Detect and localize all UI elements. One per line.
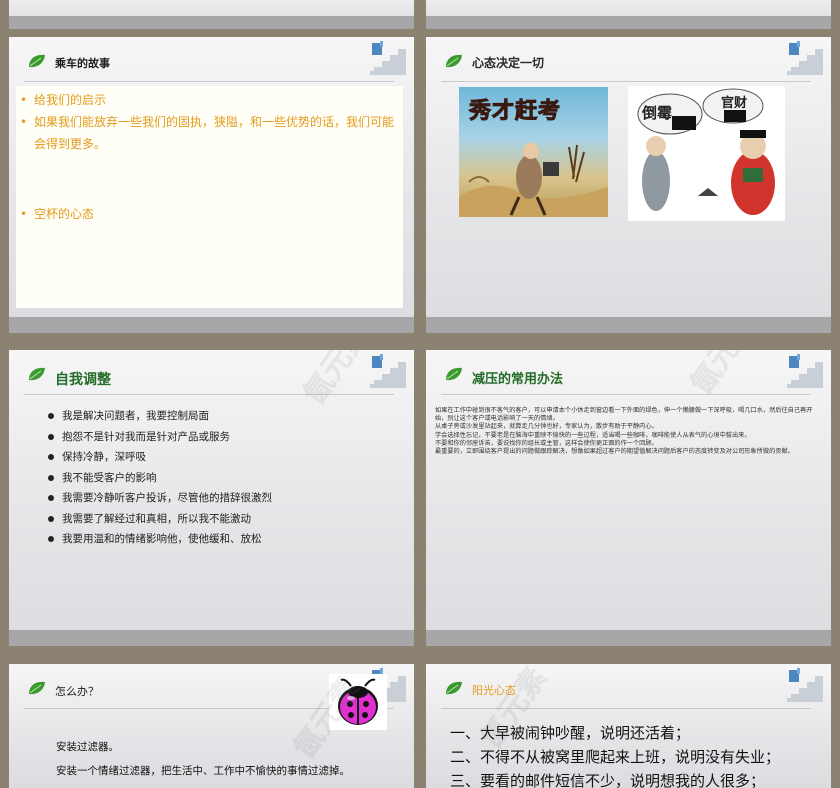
- speech-word-right: 官财: [721, 96, 748, 111]
- leaf-icon: [446, 54, 462, 68]
- list-item: 抱怨不是针对我而是针对产品或服务: [48, 427, 272, 448]
- leaf-icon: [29, 54, 45, 68]
- sunny-line-1: 一、大早被闹钟吵醒，说明还活着；: [450, 724, 691, 742]
- slide-title: 减压的常用办法: [472, 372, 564, 387]
- ladybug-icon: [329, 674, 387, 730]
- slide-story[interactable]: 乘车的故事 • 给我们的启示 • 如果我们能放弃一些我们的固执，狭隘，和一些优势的话…: [9, 37, 414, 333]
- officials-cartoon-image: 倒霉 官财: [628, 86, 785, 221]
- speech-word-left: 倒霉: [642, 104, 673, 122]
- bullet-list: 我是解决问题者，我要控制局面 抱怨不是针对我而是针对产品或服务 保持冷静，深呼吸…: [48, 406, 272, 550]
- slide-title: 阳光心态: [472, 684, 516, 697]
- paragraph: 如果在工作中碰到很不客气的客户，可以申请本个小休走到窗边看一下外面的绿色，伸一个…: [435, 407, 813, 423]
- bullet-list: • 给我们的启示 • 如果我们能放弃一些我们的固执，狭隘，和一些优势的话，我们可能会…: [20, 89, 400, 225]
- paragraph: 从桌子旁或沙发里站起来，就算走几分钟也好，专家认为，散步有助于平静内心。: [435, 423, 658, 431]
- slide-what-to-do[interactable]: 怎么办？ 安装过滤器。 安装一个情绪过滤器，把生活中、工作中不愉快的事情过滤掉。…: [9, 664, 414, 788]
- sunny-line-2: 二、不得不从被窝里爬起来上班，说明没有失业；: [450, 748, 781, 766]
- slide-sunny[interactable]: 阳光心态 一、大早被闹钟吵醒，说明还活着； 二、不得不从被窝里爬起来上班，说明没…: [426, 664, 831, 788]
- stairs-icon: [787, 668, 823, 702]
- slide-stress[interactable]: 减压的常用办法 如果在工作中碰到很不客气的客户，可以申请本个小休走到窗边看一下外…: [426, 350, 831, 646]
- slide-title: 自我调整: [55, 372, 111, 388]
- list-item: 我不能受客户的影响: [48, 468, 272, 489]
- slide-title: 乘车的故事: [55, 57, 110, 70]
- sunny-line-3: 三、要看的邮件短信不少，说明想我的人很多；: [450, 772, 766, 788]
- leaf-icon: [29, 367, 45, 381]
- list-item: • 空杯的心态: [20, 207, 95, 221]
- stairs-icon: [787, 354, 823, 388]
- stairs-icon: [370, 354, 406, 388]
- filter-line-2: 安装一个情绪过滤器，把生活中、工作中不愉快的事情过滤掉。: [56, 765, 350, 777]
- paragraph: 不要和你的邻座诉苦，要说找你的组长或主管，这样会使你更正面的作一个回顾。: [435, 439, 658, 447]
- stairs-icon: [787, 41, 823, 75]
- list-item: • 给我们的启示: [20, 93, 107, 107]
- paragraph: 最重要的，立即围绕客户提出的问题做跟踪解决，想像如果超过客户的期望值解决问题后客…: [435, 448, 794, 456]
- slide-title: 怎么办？: [55, 685, 99, 698]
- list-item: 我需要了解经过和真相，所以我不能激动: [48, 509, 272, 530]
- filter-line-1: 安装过滤器。: [56, 741, 119, 753]
- slide-title: 心态决定一切: [472, 56, 545, 70]
- slide-self-adjust[interactable]: 自我调整 我是解决问题者，我要控制局面 抱怨不是针对我而是针对产品或服务 保持冷…: [9, 350, 414, 646]
- slide-mindset[interactable]: 心态决定一切 秀才赶考 倒霉 官财: [426, 37, 831, 333]
- scholar-cartoon-image: 秀才赶考: [459, 87, 608, 217]
- list-item: 保持冷静，深呼吸: [48, 447, 272, 468]
- watermark: 氤元素: [296, 350, 378, 411]
- previous-slide-strip-left: [9, 0, 414, 29]
- list-item: • 如果我们能放弃一些我们的固执，狭隘，和一些优势的话，我们可能会得到更多。: [20, 115, 395, 151]
- list-item: 我要用温和的情绪影响他，使他缓和、放松: [48, 529, 272, 550]
- leaf-icon: [446, 681, 462, 695]
- stress-tips-text: 如果在工作中碰到很不客气的客户，可以申请本个小休走到窗边看一下外面的绿色，伸一个…: [435, 407, 815, 456]
- stairs-icon: [370, 41, 406, 75]
- leaf-icon: [446, 367, 462, 381]
- leaf-icon: [29, 681, 45, 695]
- previous-slide-strip-right: [426, 0, 831, 29]
- cartoon-caption: 秀才赶考: [468, 99, 562, 125]
- paragraph: 学会选择性忘记，不要老是在脑海中重映不愉快的一些过程，适当喝一些咖啡，咖啡能使人…: [435, 431, 751, 439]
- list-item: 我是解决问题者，我要控制局面: [48, 406, 272, 427]
- list-item: 我需要冷静听客户投诉，尽管他的措辞很激烈: [48, 488, 272, 509]
